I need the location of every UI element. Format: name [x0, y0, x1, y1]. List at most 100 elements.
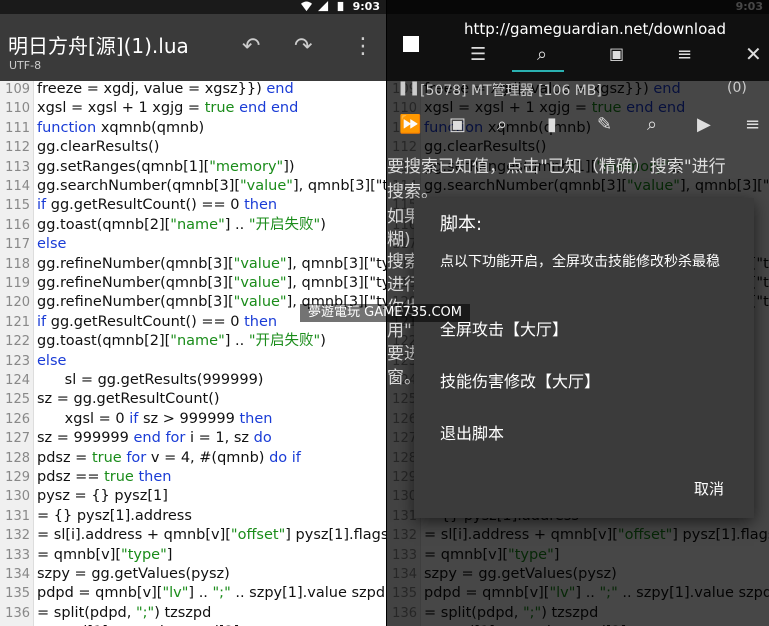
editor-code-line[interactable]: 122 gg.toast(qmnb[2]["name"] .. "开启失败"): [0, 332, 326, 351]
editor-code-line[interactable]: 117 else: [0, 235, 66, 254]
editor-code-line[interactable]: 124 sl = gg.getResults(999999): [0, 371, 263, 390]
pause-icon[interactable]: ❚❚: [397, 80, 420, 96]
line-number: 133: [5, 547, 30, 563]
line-number: 110: [5, 101, 30, 117]
settings-sliders-icon[interactable]: ☰: [470, 44, 486, 65]
editor-code-line[interactable]: 115 if gg.getResultCount() == 0 then: [0, 196, 277, 215]
code-text: else: [37, 236, 67, 253]
code-text: gg.setRanges(qmnb[1]["memory"]): [37, 158, 295, 175]
code-text: gg.toast(qmnb[2]["name"] .. "开启失败"): [37, 333, 326, 350]
editor-toolbar: 明日方舟[源](1).lua UTF-8 ↶ ↷ ⋮: [0, 14, 386, 81]
save-list-icon[interactable]: ▣: [609, 44, 624, 63]
code-text: else: [37, 352, 67, 369]
undo-icon[interactable]: ↶: [242, 36, 260, 58]
redo-icon[interactable]: ↷: [294, 36, 312, 58]
play-icon[interactable]: ▶: [697, 114, 711, 135]
code-text: if gg.getResultCount() == 0 then: [37, 197, 278, 214]
editor-code-line[interactable]: 112 gg.clearResults(): [0, 138, 159, 157]
code-text: pysz = {} pysz[1]: [37, 488, 168, 505]
signal-icon: [318, 1, 329, 12]
line-number: 114: [5, 179, 30, 194]
code-text: xgsl = 0 if sz > 999999 then: [37, 410, 273, 427]
menu-item-skill-damage[interactable]: 技能伤害修改【大厅】: [440, 368, 600, 392]
code-text: = sl[i].address + qmnb[v]["offset"] pysz…: [37, 527, 386, 544]
editor-code-line[interactable]: 125 sz = gg.getResultCount(): [0, 390, 220, 409]
code-text: = qmnb[v]["type"]: [37, 546, 173, 563]
search-tab-icon[interactable]: ⌕: [537, 44, 547, 65]
editor-code-line[interactable]: 131 = {} pysz[1].address: [0, 507, 192, 526]
editor-code-line[interactable]: 118 gg.refineNumber(qmnb[3]["value"], qmn…: [0, 255, 386, 274]
line-number: 131: [5, 508, 30, 524]
editor-code-line[interactable]: 113 gg.setRanges(qmnb[1]["memory"]): [0, 158, 295, 177]
code-text: gg.clearResults(): [37, 139, 160, 156]
menu-icon[interactable]: ≡: [745, 114, 760, 135]
code-area[interactable]: 109 freeze = xgdj, value = xgsz}}) end 110…: [0, 81, 386, 626]
line-number: 111: [5, 120, 30, 136]
editor-code-line[interactable]: 121 if gg.getResultCount() == 0 then: [0, 313, 277, 332]
process-name: [5078] MT管理器 [106 MB]: [420, 83, 602, 99]
code-text: gg.searchNumber(qmnb[3]["value"], qmnb[3…: [37, 178, 386, 194]
line-number: 124: [5, 373, 30, 388]
code-text: pdsz == true then: [37, 469, 172, 485]
watermark: 夢遊電玩 GAME735.COM: [300, 304, 470, 322]
line-number: 116: [5, 217, 30, 233]
line-number: 115: [5, 198, 30, 214]
fast-forward-icon[interactable]: ⏩: [399, 114, 421, 135]
code-text: xgsl = xgsl + 1 xgjg = true end end: [37, 100, 299, 117]
menu-item-exit-script[interactable]: 退出脚本: [440, 420, 504, 444]
editor-code-line[interactable]: 111 function xqmnb(qmnb): [0, 119, 204, 138]
line-number: 128: [5, 450, 30, 466]
list-icon[interactable]: ≡: [677, 44, 692, 65]
stop-icon[interactable]: [403, 36, 419, 52]
code-text: function xqmnb(qmnb): [37, 119, 205, 136]
editor-code-line[interactable]: 129 pdsz == true then: [0, 468, 171, 487]
editor-code-line[interactable]: 132 = sl[i].address + qmnb[v]["offset"] p…: [0, 526, 386, 545]
save-icon[interactable]: ▣: [449, 114, 466, 135]
line-number: 130: [5, 489, 30, 505]
wifi-icon: [301, 1, 312, 12]
search-icon[interactable]: ⌕: [647, 114, 657, 135]
code-text: if gg.getResultCount() == 0 then: [37, 313, 278, 330]
editor-code-line[interactable]: 135 pdpd = qmnb[v]["lv"] .. ";" .. szpy[1…: [0, 584, 385, 603]
editor-code-line[interactable]: 110 xgsl = xgsl + 1 xgjg = true end end: [0, 99, 298, 118]
code-text: gg.refineNumber(qmnb[3]["value"], qmnb[3…: [37, 255, 386, 272]
editor-code-line[interactable]: 136 = split(pdpd, ";") tzszpd: [0, 604, 211, 623]
more-menu-icon[interactable]: ⋮: [352, 36, 374, 58]
editor-code-line[interactable]: 123 else: [0, 352, 66, 371]
line-number: 126: [5, 411, 30, 427]
editor-code-line[interactable]: 119 gg.refineNumber(qmnb[3]["value"], qmn…: [0, 274, 386, 293]
code-text: pdsz = true for v = 4, #(qmnb) do if: [37, 449, 301, 466]
gg-process-bar[interactable]: ❚❚ [5078] MT管理器 [106 MB] (0): [387, 80, 769, 100]
code-text: = split(pdpd, ";") tzszpd: [37, 604, 212, 621]
dialog-message: 点以下功能开启，全屏攻击技能修改秒杀最稳: [440, 254, 720, 270]
code-text: szpy = gg.getValues(pysz): [37, 566, 230, 582]
editor-code-line[interactable]: 127 sz = 999999 end for i = 1, sz do: [0, 429, 272, 448]
help-line: 要搜索已知值，点击"已知（精确）搜索"进行: [387, 157, 726, 177]
editor-code-line[interactable]: 128 pdsz = true for v = 4, #(qmnb) do if: [0, 449, 301, 468]
editor-code-line[interactable]: 116 gg.toast(qmnb[2]["name"] .. "开启失败"): [0, 216, 326, 235]
close-icon[interactable]: ✕: [745, 42, 762, 66]
line-number: 129: [5, 470, 30, 485]
line-number: 125: [5, 392, 30, 408]
line-number: 136: [5, 605, 30, 621]
editor-code-line[interactable]: 130 pysz = {} pysz[1]: [0, 487, 168, 506]
status-bar: 9:03: [0, 0, 386, 14]
edit-icon[interactable]: ✎: [597, 114, 612, 135]
code-text: gg.refineNumber(qmnb[3]["value"], qmnb[3…: [37, 275, 386, 291]
editor-code-line[interactable]: 126 xgsl = 0 if sz > 999999 then: [0, 410, 272, 429]
result-count: (0): [727, 80, 747, 96]
line-number: 134: [5, 567, 30, 582]
delete-icon[interactable]: ▮: [547, 114, 557, 135]
editor-code-line[interactable]: 133 = qmnb[v]["type"]: [0, 546, 172, 565]
search-unknown-icon[interactable]: ⌕: [497, 114, 507, 135]
editor-code-line[interactable]: 134 szpy = gg.getValues(pysz): [0, 565, 230, 584]
cancel-button[interactable]: 取消: [694, 478, 724, 499]
editor-code-line[interactable]: 114 gg.searchNumber(qmnb[3]["value"], qmn…: [0, 177, 386, 196]
line-number: 122: [5, 334, 30, 350]
active-tab-indicator: [512, 70, 564, 72]
gg-url[interactable]: http://gameguardian.net/download: [464, 20, 726, 38]
code-text: sl = gg.getResults(999999): [37, 372, 264, 388]
code-text: sz = gg.getResultCount(): [37, 391, 220, 408]
line-number: 132: [5, 528, 30, 544]
editor-code-line[interactable]: 109 freeze = xgdj, value = xgsz}}) end: [0, 80, 294, 99]
